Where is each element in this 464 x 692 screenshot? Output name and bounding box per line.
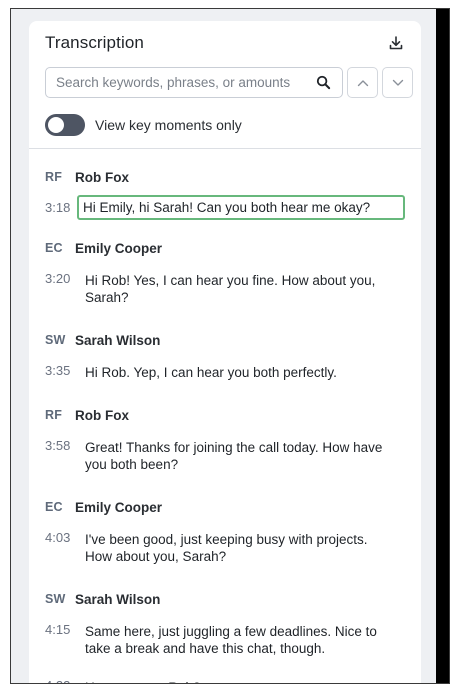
transcript-line[interactable]: 3:58 Great! Thanks for joining the call … bbox=[45, 433, 421, 479]
transcript-line[interactable]: 4:15 Same here, just juggling a few dead… bbox=[45, 617, 421, 663]
timestamp[interactable]: 3:18 bbox=[45, 195, 77, 215]
chevron-up-icon bbox=[357, 79, 368, 86]
speaker-initials: SW bbox=[45, 333, 66, 347]
download-icon bbox=[389, 36, 403, 50]
transcript-text[interactable]: Great! Thanks for joining the call today… bbox=[77, 433, 405, 479]
transcript-text[interactable]: I've been good, just keeping busy with p… bbox=[77, 525, 405, 571]
panel-title: Transcription bbox=[45, 33, 144, 52]
speaker-name: Sarah Wilson bbox=[75, 332, 161, 348]
search-row bbox=[29, 67, 421, 98]
speaker-initials: EC bbox=[45, 500, 63, 514]
speaker-name: Rob Fox bbox=[75, 407, 129, 423]
divider bbox=[29, 148, 421, 149]
speaker-name: Emily Cooper bbox=[75, 240, 163, 256]
transcript-text[interactable]: How are you, Rob? bbox=[77, 673, 405, 683]
previous-match-button[interactable] bbox=[347, 67, 378, 98]
speaker-header: SW Sarah Wilson bbox=[45, 587, 421, 611]
speaker-initials: SW bbox=[45, 592, 66, 606]
timestamp[interactable]: 4:22 bbox=[45, 673, 77, 683]
key-moments-toggle-row: View key moments only bbox=[29, 112, 421, 138]
speaker-header: SW Sarah Wilson bbox=[45, 328, 421, 352]
speaker-header: EC Emily Cooper bbox=[45, 236, 421, 260]
transcript-text[interactable]: Same here, just juggling a few deadlines… bbox=[77, 617, 405, 663]
speaker-header: RF Rob Fox bbox=[45, 165, 421, 189]
transcription-panel: Transcription Search keywords, phrases, … bbox=[29, 21, 421, 683]
chevron-down-icon bbox=[392, 79, 403, 86]
transcript-line[interactable]: 3:18 Hi Emily, hi Sarah! Can you both he… bbox=[45, 195, 421, 220]
timestamp[interactable]: 3:20 bbox=[45, 266, 77, 286]
transcript-line[interactable]: 3:35 Hi Rob. Yep, I can hear you both pe… bbox=[45, 358, 421, 387]
window-frame: Transcription Search keywords, phrases, … bbox=[10, 8, 450, 684]
transcript-line[interactable]: 3:20 Hi Rob! Yes, I can hear you fine. H… bbox=[45, 266, 421, 312]
transcript-list: RF Rob Fox 3:18 Hi Emily, hi Sarah! Can … bbox=[29, 165, 421, 683]
speaker-header: RF Rob Fox bbox=[45, 403, 421, 427]
speaker-name: Rob Fox bbox=[75, 169, 129, 185]
timestamp[interactable]: 3:35 bbox=[45, 358, 77, 378]
panel-header: Transcription bbox=[29, 21, 421, 65]
search-box bbox=[45, 67, 343, 98]
timestamp[interactable]: 4:15 bbox=[45, 617, 77, 637]
transcript-text[interactable]: Hi Rob. Yep, I can hear you both perfect… bbox=[77, 358, 405, 387]
speaker-name: Sarah Wilson bbox=[75, 591, 161, 607]
speaker-initials: EC bbox=[45, 241, 63, 255]
next-match-button[interactable] bbox=[382, 67, 413, 98]
transcript-line[interactable]: 4:03 I've been good, just keeping busy w… bbox=[45, 525, 421, 571]
toggle-knob bbox=[48, 117, 64, 133]
download-button[interactable] bbox=[385, 32, 407, 54]
transcript-text-active[interactable]: Hi Emily, hi Sarah! Can you both hear me… bbox=[77, 195, 405, 220]
window-edge bbox=[436, 9, 449, 683]
timestamp[interactable]: 4:03 bbox=[45, 525, 77, 545]
speaker-initials: RF bbox=[45, 170, 63, 184]
transcript-text[interactable]: Hi Rob! Yes, I can hear you fine. How ab… bbox=[77, 266, 405, 312]
search-icon[interactable] bbox=[316, 75, 332, 91]
key-moments-label: View key moments only bbox=[95, 117, 242, 133]
search-input[interactable] bbox=[56, 75, 316, 90]
speaker-header: EC Emily Cooper bbox=[45, 495, 421, 519]
timestamp[interactable]: 3:58 bbox=[45, 433, 77, 453]
speaker-initials: RF bbox=[45, 408, 63, 422]
key-moments-toggle[interactable] bbox=[45, 114, 85, 136]
speaker-name: Emily Cooper bbox=[75, 499, 163, 515]
transcript-line[interactable]: 4:22 How are you, Rob? bbox=[45, 673, 421, 683]
